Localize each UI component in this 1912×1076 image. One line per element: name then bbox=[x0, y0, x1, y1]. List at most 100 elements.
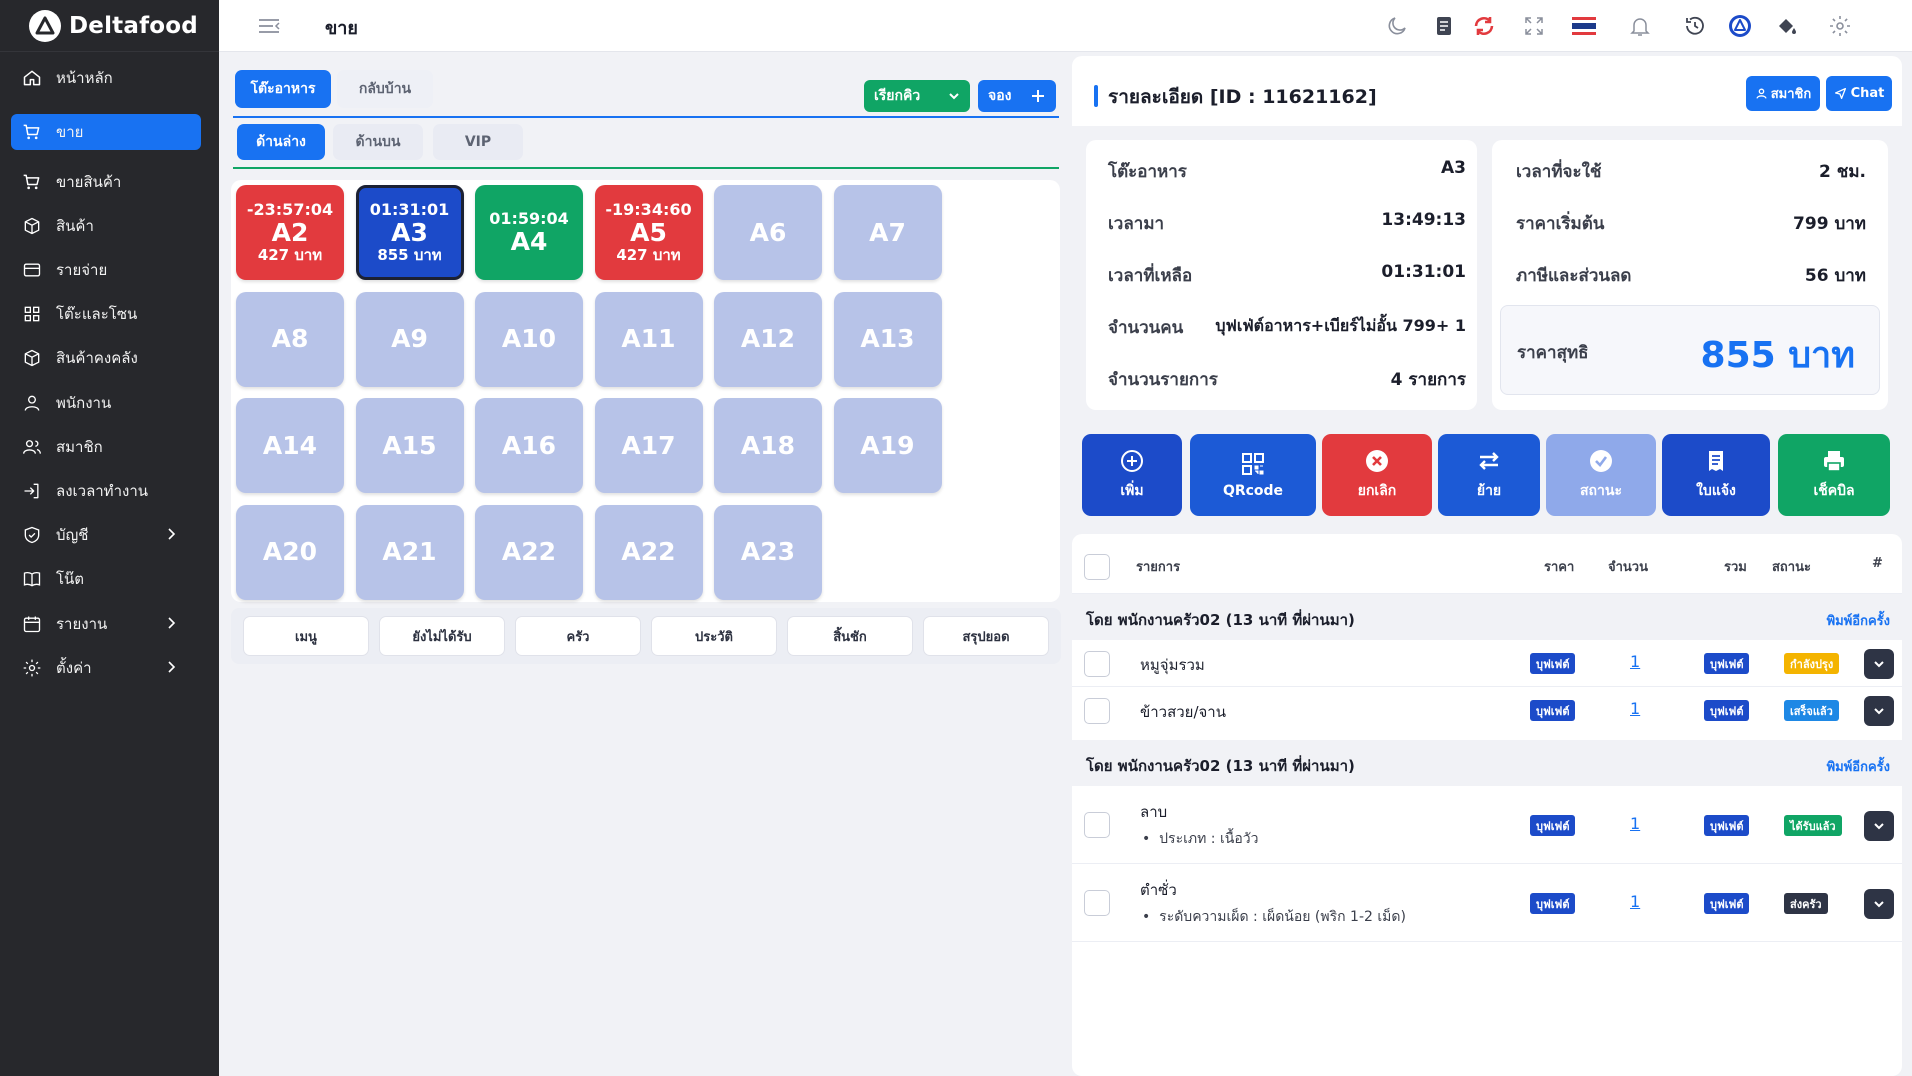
tab-zone-vip[interactable]: VIP bbox=[433, 124, 523, 160]
qty-link[interactable]: 1 bbox=[1630, 892, 1640, 911]
table-card-a21[interactable]: A21 bbox=[355, 504, 464, 600]
reprint-link[interactable]: พิมพ์อีกครั้ง bbox=[1827, 756, 1890, 777]
qty-link[interactable]: 1 bbox=[1630, 699, 1640, 718]
member-button[interactable]: สมาชิก bbox=[1746, 76, 1820, 111]
table-card-a17[interactable]: A17 bbox=[594, 398, 703, 493]
login-icon bbox=[24, 483, 39, 499]
checkout-button[interactable]: เช็คบิล bbox=[1778, 434, 1890, 516]
tab-dine-in[interactable]: โต๊ะอาหาร bbox=[235, 70, 331, 108]
menu-toggle-icon[interactable] bbox=[257, 15, 281, 37]
bottom-tab-history[interactable]: ประวัติ bbox=[651, 616, 777, 656]
shield-icon bbox=[24, 526, 40, 544]
settings-gear-icon[interactable] bbox=[1825, 11, 1855, 41]
action-label: ย้าย bbox=[1476, 483, 1502, 499]
sidebar-item-tables-zones[interactable]: โต๊ะและโซน bbox=[11, 292, 201, 336]
bottom-tab-not-received[interactable]: ยังไม่ได้รับ bbox=[379, 616, 505, 656]
cancel-button[interactable]: ยกเลิก bbox=[1322, 434, 1432, 516]
sidebar-item-staff[interactable]: พนักงาน bbox=[11, 381, 201, 425]
invoice-button[interactable]: ใบแจ้ง bbox=[1662, 434, 1770, 516]
qrcode-button[interactable]: QRcode bbox=[1190, 434, 1316, 516]
table-card-a22[interactable]: A22 bbox=[475, 504, 583, 600]
table-card-a14[interactable]: A14 bbox=[236, 398, 344, 493]
sidebar-item-home[interactable]: หน้าหลัก bbox=[11, 56, 201, 100]
table-card-a11[interactable]: A11 bbox=[594, 291, 703, 387]
qty-link[interactable]: 1 bbox=[1630, 652, 1640, 671]
row-checkbox[interactable] bbox=[1084, 812, 1110, 838]
reprint-link[interactable]: พิมพ์อีกครั้ง bbox=[1827, 610, 1890, 631]
status-button[interactable]: สถานะ bbox=[1546, 434, 1656, 516]
history-icon[interactable] bbox=[1680, 11, 1710, 41]
row-checkbox[interactable] bbox=[1084, 698, 1110, 724]
tab-zone-lower[interactable]: ด้านล่าง bbox=[237, 124, 325, 160]
table-card-a2[interactable]: -23:57:04 A2 427 บาท bbox=[236, 185, 344, 280]
table-card-a22[interactable]: A22 bbox=[594, 504, 703, 600]
table-card-a16[interactable]: A16 bbox=[475, 398, 583, 493]
chat-button[interactable]: Chat bbox=[1826, 76, 1892, 111]
table-card-a13[interactable]: A13 bbox=[833, 291, 942, 387]
bottom-tab-shift-close[interactable]: สิ้นชัก bbox=[787, 616, 913, 656]
topbar: ขาย bbox=[219, 0, 1912, 52]
table-price: 427 บาท bbox=[257, 245, 323, 264]
row-dropdown-button[interactable] bbox=[1864, 649, 1894, 679]
sidebar-item-members[interactable]: สมาชิก bbox=[11, 425, 201, 469]
brand[interactable]: Deltafood bbox=[0, 0, 219, 52]
move-button[interactable]: ย้าย bbox=[1438, 434, 1540, 516]
calendar-icon bbox=[23, 616, 41, 633]
sidebar-item-label: ขายสินค้า bbox=[56, 173, 122, 191]
sidebar-item-sell[interactable]: ขาย bbox=[11, 114, 201, 150]
sidebar-item-products[interactable]: สินค้า bbox=[11, 204, 201, 248]
sidebar-item-account[interactable]: บัญชี bbox=[11, 513, 201, 557]
table-card-a20[interactable]: A20 bbox=[236, 504, 344, 600]
sidebar-item-reports[interactable]: รายงาน bbox=[11, 602, 201, 646]
sidebar-item-settings[interactable]: ตั้งค่า bbox=[11, 646, 201, 690]
table-card-a12[interactable]: A12 bbox=[714, 291, 822, 387]
sidebar-item-inventory[interactable]: สินค้าคงคลัง bbox=[11, 336, 201, 380]
dark-mode-icon[interactable] bbox=[1382, 11, 1412, 41]
qty-link[interactable]: 1 bbox=[1630, 814, 1640, 833]
fullscreen-icon[interactable] bbox=[1519, 11, 1549, 41]
add-button[interactable]: เพิ่ม bbox=[1082, 434, 1182, 516]
tab-zone-upper[interactable]: ด้านบน bbox=[333, 124, 423, 160]
table-card-a6[interactable]: A6 bbox=[714, 185, 822, 280]
row-dropdown-button[interactable] bbox=[1864, 696, 1894, 726]
reserve-button[interactable]: จอง bbox=[978, 80, 1056, 112]
info-row-remaining: เวลาที่เหลือ 01:31:01 bbox=[1108, 262, 1466, 286]
avatar[interactable] bbox=[1725, 11, 1755, 41]
table-card-a7[interactable]: A7 bbox=[833, 185, 942, 280]
table-card-a15[interactable]: A15 bbox=[355, 398, 464, 493]
row-dropdown-button[interactable] bbox=[1864, 889, 1894, 919]
sidebar-item-label: บัญชี bbox=[56, 526, 89, 544]
table-card-a5[interactable]: -19:34:60 A5 427 บาท bbox=[594, 185, 703, 280]
bottom-tab-kitchen[interactable]: ครัว bbox=[515, 616, 641, 656]
table-card-a10[interactable]: A10 bbox=[475, 291, 583, 387]
table-card-a3[interactable]: 01:31:01 A3 855 บาท bbox=[355, 185, 464, 280]
table-card-a8[interactable]: A8 bbox=[236, 291, 344, 387]
row-dropdown-button[interactable] bbox=[1864, 811, 1894, 841]
sidebar-item-expenses[interactable]: รายจ่าย bbox=[11, 248, 201, 292]
table-card-a4[interactable]: 01:59:04 A4 bbox=[475, 185, 583, 280]
sidebar-item-notes[interactable]: โน๊ต bbox=[11, 557, 201, 601]
thai-flag-icon[interactable] bbox=[1569, 11, 1599, 41]
tab-takeaway[interactable]: กลับบ้าน bbox=[337, 70, 433, 108]
header-accent bbox=[1094, 85, 1098, 107]
chevron-right-icon bbox=[168, 661, 176, 673]
sidebar-item-timeclock[interactable]: ลงเวลาทำงาน bbox=[11, 469, 201, 513]
bottom-tab-summary[interactable]: สรุปยอด bbox=[923, 616, 1049, 656]
select-all-checkbox[interactable] bbox=[1084, 554, 1110, 580]
table-card-a19[interactable]: A19 bbox=[833, 398, 942, 493]
table-card-a18[interactable]: A18 bbox=[714, 398, 822, 493]
row-checkbox[interactable] bbox=[1084, 890, 1110, 916]
sync-icon[interactable] bbox=[1469, 11, 1499, 41]
bell-icon[interactable] bbox=[1625, 11, 1655, 41]
paint-bucket-icon[interactable] bbox=[1772, 11, 1802, 41]
sidebar-item-label: สินค้าคงคลัง bbox=[56, 349, 138, 367]
call-queue-dropdown[interactable]: เรียกคิว bbox=[864, 80, 970, 112]
row-checkbox[interactable] bbox=[1084, 651, 1110, 677]
document-icon[interactable] bbox=[1429, 11, 1459, 41]
bottom-tab-menu[interactable]: เมนู bbox=[243, 616, 369, 656]
item-name: หมูจุ่มรวม bbox=[1140, 656, 1205, 674]
table-row: ข้าวสวย/จาน บุฟเฟต์ 1 บุฟเฟต์ เสร็จแล้ว bbox=[1072, 687, 1902, 734]
table-card-a9[interactable]: A9 bbox=[355, 291, 464, 387]
table-card-a23[interactable]: A23 bbox=[714, 504, 822, 600]
sidebar-item-sell-product[interactable]: ขายสินค้า bbox=[11, 160, 201, 204]
